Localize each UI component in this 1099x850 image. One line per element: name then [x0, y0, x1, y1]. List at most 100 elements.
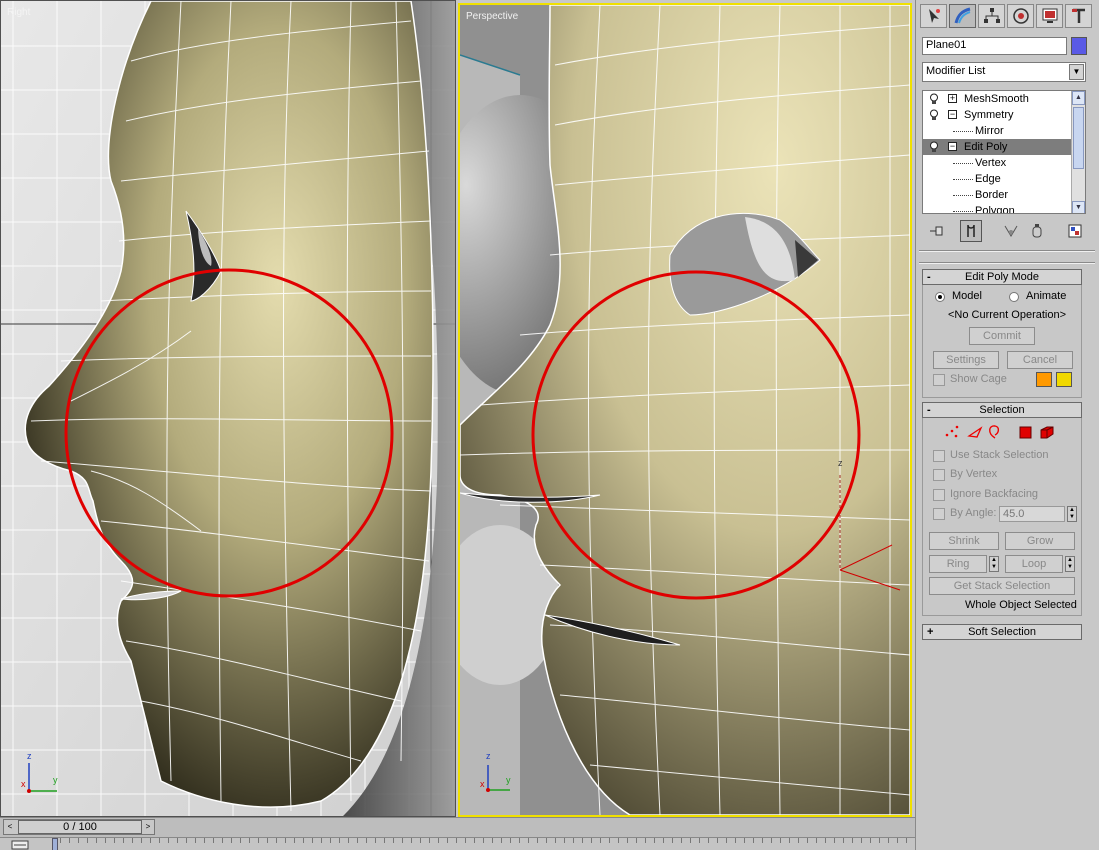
tree-connector: [953, 163, 973, 164]
lightbulb-icon[interactable]: [929, 93, 939, 105]
grow-button[interactable]: Grow: [1005, 532, 1075, 550]
object-color-swatch[interactable]: [1071, 37, 1087, 55]
animate-label: Animate: [1026, 290, 1067, 302]
expand-icon[interactable]: +: [948, 94, 957, 103]
get-stack-selection-button[interactable]: Get Stack Selection: [929, 577, 1075, 595]
border-mode-icon[interactable]: [989, 425, 1000, 439]
next-frame-button[interactable]: >: [142, 820, 154, 834]
stack-item-edge[interactable]: Edge: [923, 171, 1085, 187]
modify-tab[interactable]: [949, 4, 976, 28]
use-stack-selection-checkbox[interactable]: [933, 450, 945, 462]
viewport-label-perspective[interactable]: Perspective: [466, 11, 518, 22]
time-slider[interactable]: < 0 / 100 >: [3, 819, 155, 835]
by-angle-spinner[interactable]: 45.0: [999, 506, 1065, 522]
show-end-result-button[interactable]: [960, 220, 982, 242]
stack-item-mirror[interactable]: Mirror: [923, 123, 1085, 139]
element-mode-icon[interactable]: [1040, 426, 1054, 439]
by-angle-spinner-arrows[interactable]: ▲ ▼: [1067, 506, 1077, 522]
pin-stack-button[interactable]: [926, 220, 948, 242]
loop-button[interactable]: Loop: [1005, 555, 1063, 573]
settings-button[interactable]: Settings: [933, 351, 999, 369]
hierarchy-tab[interactable]: [978, 4, 1005, 28]
by-vertex-checkbox[interactable]: [933, 469, 945, 481]
time-cursor[interactable]: [52, 838, 58, 850]
motion-tab[interactable]: [1007, 4, 1034, 28]
track-tick: [699, 838, 700, 843]
create-tab-icon: [928, 9, 940, 23]
perspective-viewport[interactable]: Perspective z z y x: [458, 3, 912, 817]
cancel-button[interactable]: Cancel: [1007, 351, 1073, 369]
loop-spinner-arrows[interactable]: ▲ ▼: [1065, 556, 1075, 572]
scroll-up-icon[interactable]: ▲: [1072, 91, 1085, 105]
previous-frame-button[interactable]: <: [4, 820, 16, 834]
track-tick: [330, 838, 331, 843]
modifier-stack[interactable]: + MeshSmooth − Symmetry Mirror − Edit Poly Vert…: [922, 90, 1086, 214]
track-tick: [798, 838, 799, 843]
ignore-backfacing-checkbox[interactable]: [933, 489, 945, 501]
display-tab[interactable]: [1036, 4, 1063, 28]
collapse-icon[interactable]: −: [948, 142, 957, 151]
make-unique-button[interactable]: [1000, 220, 1022, 242]
collapse-icon: -: [927, 404, 931, 416]
track-bar-menu-icon[interactable]: [10, 839, 40, 850]
by-angle-checkbox[interactable]: [933, 508, 945, 520]
polygon-mode-icon[interactable]: [1019, 426, 1032, 439]
cage-selected-color-swatch[interactable]: [1056, 372, 1072, 387]
track-tick: [753, 838, 754, 843]
remove-modifier-button[interactable]: [1026, 220, 1048, 242]
scrollbar-thumb[interactable]: [1073, 107, 1084, 169]
track-tick: [573, 838, 574, 843]
track-tick: [141, 838, 142, 843]
track-tick: [861, 838, 862, 843]
track-tick: [366, 838, 367, 843]
stack-item-polygon[interactable]: Polygon: [923, 203, 1085, 213]
track-tick: [60, 838, 61, 843]
axis-label-x: x: [480, 779, 485, 789]
edit-poly-mode-rollout-header[interactable]: - Edit Poly Mode: [922, 269, 1082, 285]
cage-color-swatch[interactable]: [1036, 372, 1052, 387]
collapse-icon[interactable]: −: [948, 110, 957, 119]
right-viewport[interactable]: Right z y x: [0, 0, 456, 817]
track-tick: [87, 838, 88, 843]
track-tick: [789, 838, 790, 843]
lightbulb-icon[interactable]: [929, 109, 939, 121]
modify-tab-icon: [954, 7, 970, 24]
ring-button[interactable]: Ring: [929, 555, 987, 573]
configure-modifier-sets-button[interactable]: [1064, 220, 1086, 242]
vertex-mode-icon[interactable]: [945, 425, 959, 438]
time-slider-knob[interactable]: 0 / 100: [18, 820, 142, 834]
track-bar[interactable]: [0, 837, 915, 850]
track-tick: [69, 838, 70, 843]
commit-button[interactable]: Commit: [969, 327, 1035, 345]
lightbulb-icon[interactable]: [929, 141, 939, 153]
selection-rollout-header[interactable]: - Selection: [922, 402, 1082, 418]
track-tick: [879, 838, 880, 843]
modifier-list-dropdown[interactable]: Modifier List ▼: [922, 62, 1086, 82]
track-tick: [105, 838, 106, 843]
model-radio[interactable]: [935, 292, 945, 302]
chevron-down-icon[interactable]: ▼: [1069, 64, 1084, 80]
track-tick: [339, 838, 340, 843]
track-tick: [843, 838, 844, 843]
utilities-tab[interactable]: [1065, 4, 1092, 28]
stack-item-border[interactable]: Border: [923, 187, 1085, 203]
track-tick: [852, 838, 853, 843]
viewport-label-right[interactable]: Right: [7, 7, 30, 18]
stack-item-label: Symmetry: [964, 109, 1014, 121]
stack-item-symmetry[interactable]: − Symmetry: [923, 107, 1085, 123]
stack-item-vertex[interactable]: Vertex: [923, 155, 1085, 171]
animate-radio[interactable]: [1009, 292, 1019, 302]
ring-spinner-arrows[interactable]: ▲ ▼: [989, 556, 999, 572]
stack-item-meshsmooth[interactable]: + MeshSmooth: [923, 91, 1085, 107]
track-tick: [285, 838, 286, 843]
track-tick: [897, 838, 898, 843]
show-cage-checkbox[interactable]: [933, 374, 945, 386]
soft-selection-rollout-header[interactable]: + Soft Selection: [922, 624, 1082, 640]
object-name-field[interactable]: Plane01: [922, 37, 1067, 55]
edge-mode-icon[interactable]: [967, 426, 983, 438]
shrink-button[interactable]: Shrink: [929, 532, 999, 550]
modifier-stack-scrollbar[interactable]: ▲ ▼: [1071, 91, 1085, 213]
create-tab[interactable]: [920, 4, 947, 28]
scroll-down-icon[interactable]: ▼: [1072, 201, 1085, 213]
stack-item-edit-poly[interactable]: − Edit Poly: [923, 139, 1085, 155]
